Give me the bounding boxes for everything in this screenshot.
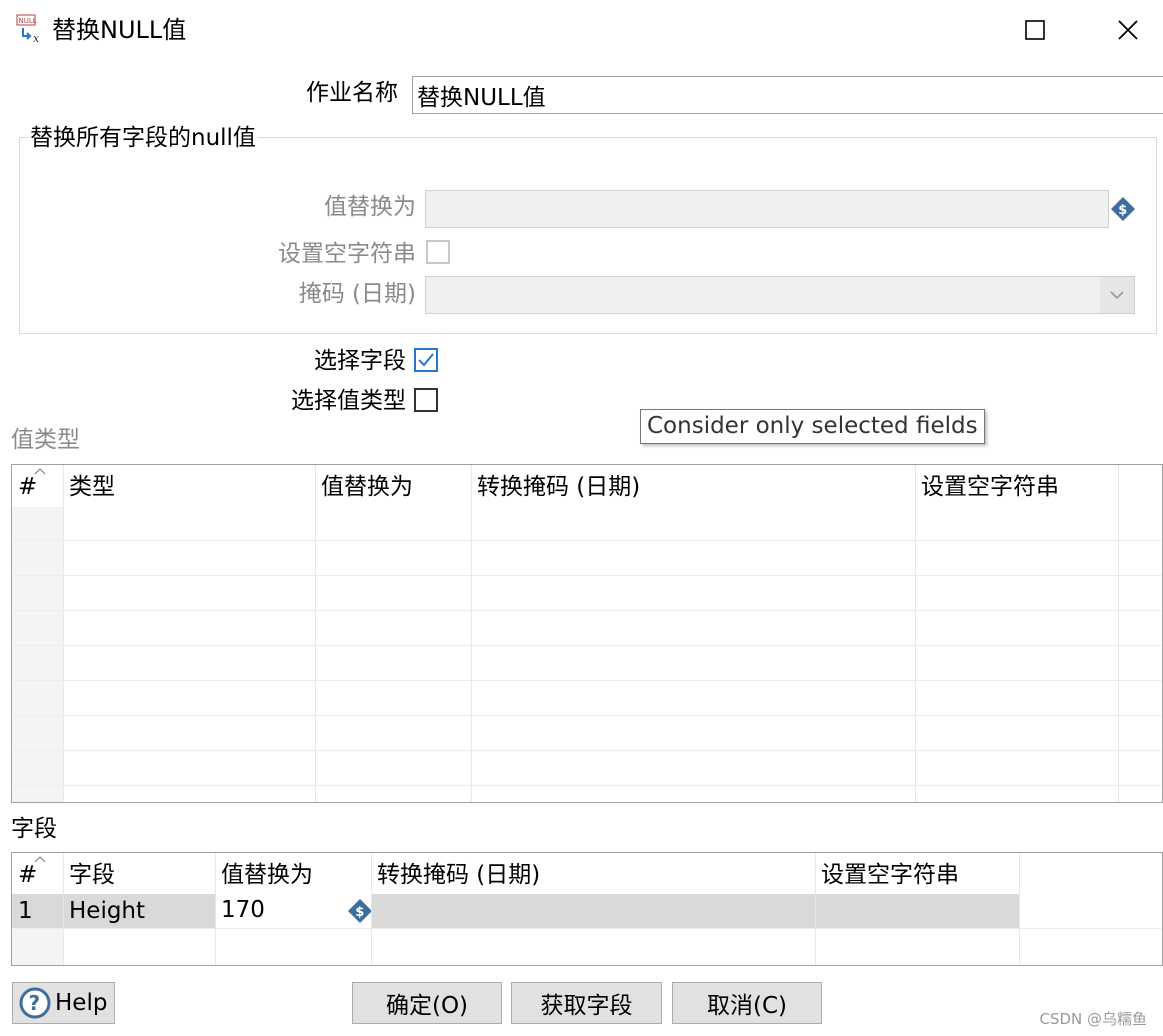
- column-divider: [1118, 465, 1119, 802]
- row-divider: [12, 750, 1162, 751]
- svg-text:$: $: [355, 905, 364, 920]
- column-divider: [63, 465, 64, 802]
- close-button[interactable]: [1105, 8, 1151, 52]
- null-replace-app-icon: NULL x: [15, 14, 45, 45]
- column-divider: [215, 853, 216, 965]
- column-divider: [63, 853, 64, 965]
- column-header-number[interactable]: #: [12, 853, 37, 895]
- svg-text:?: ?: [29, 991, 41, 1015]
- help-icon: ?: [19, 987, 51, 1019]
- table-row-number[interactable]: 1: [12, 894, 33, 928]
- cancel-button[interactable]: 取消(C): [672, 982, 822, 1024]
- maximize-icon: [1025, 20, 1045, 40]
- step-name-label: 作业名称: [306, 80, 398, 106]
- column-divider: [371, 853, 372, 965]
- select-value-type-label: 选择值类型: [291, 388, 406, 414]
- select-fields-checkbox[interactable]: [414, 348, 438, 372]
- svg-text:NULL: NULL: [19, 17, 37, 25]
- variable-icon[interactable]: $: [347, 898, 373, 924]
- replace-all-group-title: 替换所有字段的null值: [28, 123, 258, 153]
- row-divider: [12, 540, 1162, 541]
- mask-cell-bg: [371, 894, 1019, 928]
- row-divider: [12, 715, 1162, 716]
- help-button[interactable]: ? Help: [12, 982, 115, 1024]
- close-icon: [1118, 20, 1138, 40]
- window-title: 替换NULL值: [52, 16, 187, 44]
- chevron-down-icon[interactable]: [1100, 277, 1134, 313]
- column-header-field[interactable]: 字段: [63, 853, 115, 895]
- table-cell-replace-with[interactable]: 170: [215, 893, 265, 927]
- value-types-section-label: 值类型: [11, 427, 80, 453]
- table-cell-field[interactable]: Height: [63, 894, 145, 928]
- column-divider: [471, 465, 472, 802]
- get-fields-button[interactable]: 获取字段: [511, 982, 662, 1024]
- column-header-conversion-mask[interactable]: 转换掩码 (日期): [471, 465, 640, 507]
- row-divider: [12, 928, 1162, 929]
- column-divider: [815, 853, 816, 965]
- row-divider: [12, 610, 1162, 611]
- replace-with-input[interactable]: [425, 190, 1109, 228]
- column-divider: [1019, 853, 1020, 965]
- replace-with-label: 值替换为: [324, 194, 416, 220]
- fields-section-label: 字段: [11, 816, 57, 842]
- svg-text:$: $: [1118, 203, 1127, 218]
- row-divider: [12, 785, 1162, 786]
- select-fields-label: 选择字段: [314, 348, 406, 374]
- column-divider: [915, 465, 916, 802]
- checkmark-icon: [418, 353, 434, 367]
- column-divider: [315, 465, 316, 802]
- row-divider: [12, 680, 1162, 681]
- column-header-replace-with[interactable]: 值替换为: [315, 465, 413, 507]
- column-header-set-empty-string[interactable]: 设置空字符串: [815, 853, 959, 895]
- value-types-table[interactable]: # 类型 值替换为 转换掩码 (日期) 设置空字符串: [11, 464, 1163, 803]
- column-header-number[interactable]: #: [12, 465, 37, 507]
- column-header-replace-with[interactable]: 值替换为: [215, 853, 313, 895]
- date-mask-label: 掩码 (日期): [298, 281, 416, 307]
- watermark: CSDN @乌糯鱼: [1039, 1010, 1147, 1028]
- column-header-set-empty-string[interactable]: 设置空字符串: [915, 465, 1059, 507]
- tooltip: Consider only selected fields: [640, 409, 985, 444]
- set-empty-string-label: 设置空字符串: [278, 241, 416, 267]
- svg-text:x: x: [33, 32, 40, 44]
- date-mask-select[interactable]: [425, 276, 1135, 314]
- variable-icon[interactable]: $: [1110, 196, 1136, 222]
- column-header-conversion-mask[interactable]: 转换掩码 (日期): [371, 853, 540, 895]
- column-header-type[interactable]: 类型: [63, 465, 115, 507]
- set-empty-string-checkbox[interactable]: [426, 240, 450, 264]
- select-value-type-checkbox[interactable]: [414, 388, 438, 412]
- help-label: Help: [55, 990, 108, 1016]
- row-number-column: [12, 507, 63, 802]
- ok-button[interactable]: 确定(O): [352, 982, 502, 1024]
- maximize-button[interactable]: [1012, 8, 1058, 52]
- row-divider: [12, 575, 1162, 576]
- fields-table[interactable]: # 字段 值替换为 转换掩码 (日期) 设置空字符串 1 Height 170 …: [11, 852, 1163, 966]
- step-name-input[interactable]: [412, 76, 1163, 114]
- row-divider: [12, 645, 1162, 646]
